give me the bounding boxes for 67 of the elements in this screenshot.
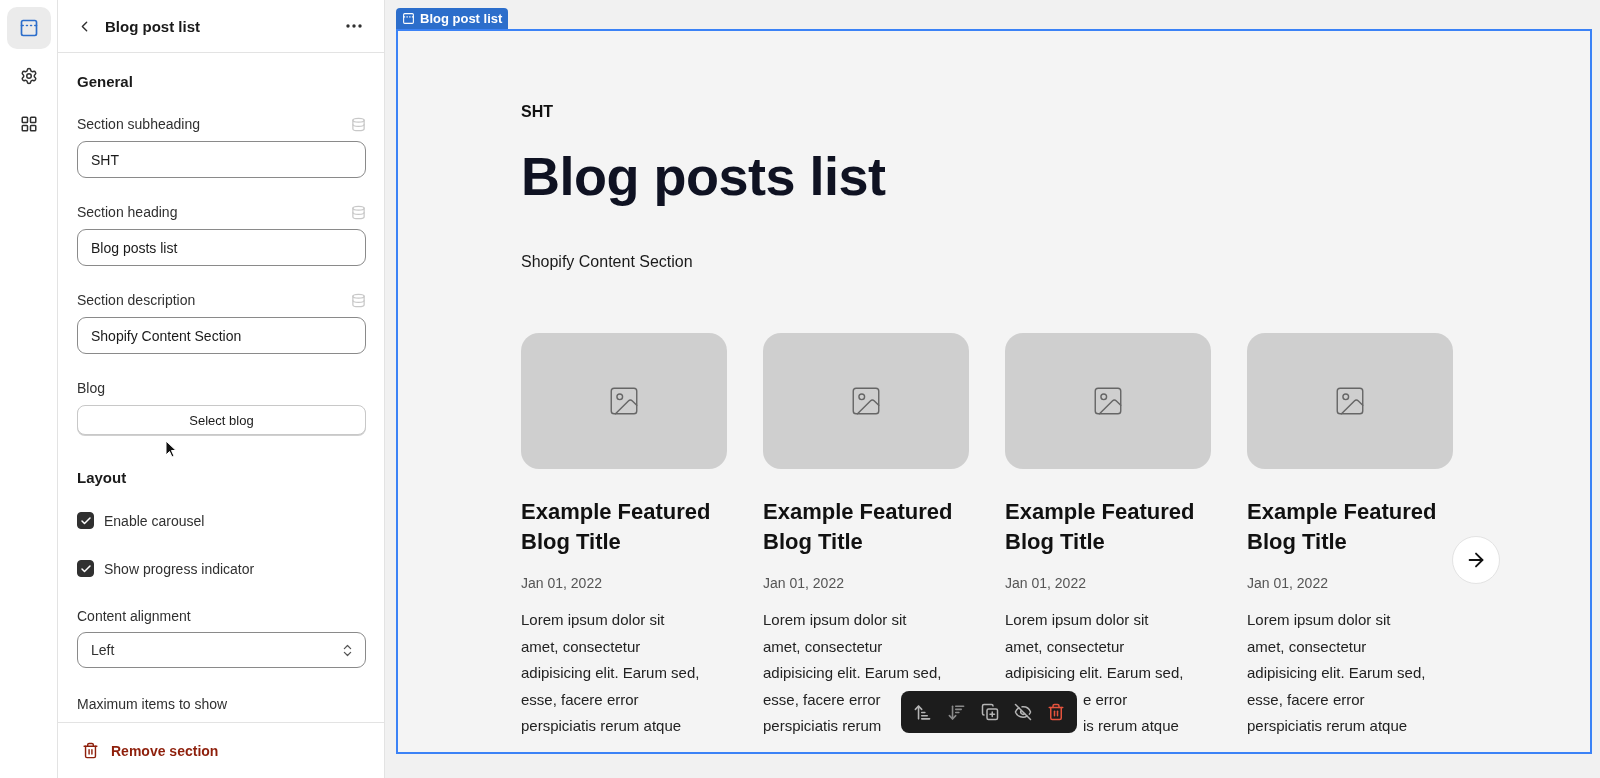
excerpt-line: amet, consectetur [763, 636, 883, 657]
excerpt-line: e error [1083, 689, 1128, 710]
text-field[interactable]: Shopify Content Section [77, 317, 366, 354]
eye-off-icon [1014, 703, 1032, 721]
excerpt-line: amet, consectetur [521, 636, 641, 657]
remove-section-button[interactable]: Remove section [82, 742, 219, 759]
cursor-icon [165, 440, 177, 458]
section-tag: Blog post list [396, 8, 509, 29]
check-icon [79, 562, 92, 575]
panel-title: Blog post list [105, 17, 201, 35]
excerpt-line: Lorem ipsum dolor sit [1005, 610, 1149, 630]
trash-icon [82, 742, 99, 759]
select-blog-button[interactable]: Select blog [77, 405, 366, 435]
card-date: Jan 01, 2022 [1005, 575, 1087, 591]
excerpt-line: adipisicing elit. Earum sed, [1005, 663, 1184, 683]
field-label: Blog [77, 380, 106, 396]
excerpt-line: amet, consectetur [1247, 636, 1367, 657]
sort-up-icon [913, 702, 932, 722]
card-date: Jan 01, 2022 [521, 575, 603, 591]
excerpt-line: Lorem ipsum dolor sit [521, 610, 665, 630]
card-title: Example Featured Blog Title [1247, 498, 1438, 556]
checkbox[interactable] [77, 512, 94, 529]
card-title: Example Featured Blog Title [521, 498, 712, 556]
duplicate-icon [981, 703, 999, 721]
excerpt-line: adipisicing elit. Earum sed, [763, 663, 942, 683]
settings-icon [19, 67, 38, 85]
check-icon [79, 514, 92, 527]
section-heading: Layout [77, 469, 128, 486]
sections-icon [18, 18, 39, 38]
excerpt-line: Lorem ipsum dolor sit [1247, 610, 1391, 630]
field-label: Content alignment [77, 608, 192, 624]
excerpt-line: adipisicing elit. Earum sed, [1247, 663, 1426, 683]
more-icon [346, 24, 362, 28]
next-button[interactable] [1452, 536, 1500, 584]
excerpt-line: esse, facere error [1247, 689, 1365, 710]
trash-icon [1047, 703, 1065, 721]
field-label: Section heading [77, 204, 178, 220]
excerpt-line: adipisicing elit. Earum sed, [521, 663, 700, 683]
excerpt-line: amet, consectetur [1005, 636, 1125, 657]
text-field[interactable]: Blog posts list [77, 229, 366, 266]
alignment-select[interactable]: Left [77, 632, 366, 668]
text-field[interactable]: SHT [77, 141, 366, 178]
card-title: Example Featured Blog Title [763, 498, 954, 556]
subheading: SHT [521, 103, 554, 121]
card-date: Jan 01, 2022 [763, 575, 845, 591]
field-label: Section description [77, 292, 196, 308]
excerpt-line: perspiciatis rerum [763, 716, 882, 736]
excerpt-line: esse, facere error [763, 689, 881, 710]
excerpt-line: Lorem ipsum dolor sit [763, 610, 907, 630]
field-label: Section subheading [77, 116, 200, 132]
card-title: Example Featured Blog Title [1005, 498, 1196, 556]
excerpt-line: esse, facere error [521, 689, 639, 710]
checkbox-label: Enable carousel [104, 512, 205, 529]
checkbox-label: Show progress indicator [104, 560, 255, 577]
description: Shopify Content Section [521, 253, 694, 271]
excerpt-line: perspiciatis rerum atque [521, 716, 682, 736]
more-button[interactable] [344, 22, 364, 30]
section-heading: General [77, 73, 134, 90]
add-block-icon [19, 115, 38, 133]
checkbox[interactable] [77, 560, 94, 577]
excerpt-line: perspiciatis rerum atque [1247, 716, 1408, 736]
field-label: Maximum items to show [77, 696, 229, 712]
excerpt-line: is rerum atque [1083, 716, 1179, 736]
sort-down-icon [947, 702, 966, 722]
heading: Blog posts list [521, 145, 887, 207]
card-date: Jan 01, 2022 [1247, 575, 1329, 591]
sections-icon [402, 12, 415, 25]
